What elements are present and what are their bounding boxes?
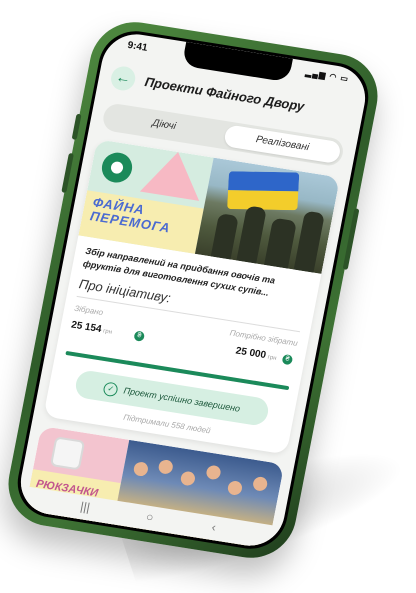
child-figure: [204, 464, 222, 481]
raised-amount: 25 154грн: [70, 319, 113, 336]
check-circle-icon: ✓: [102, 381, 119, 397]
status-icons: ▂▄▆ ◠ ▭: [304, 68, 350, 84]
ukraine-flag-image: [227, 171, 300, 211]
child-figure: [157, 458, 174, 475]
system-back-button[interactable]: ‹: [211, 520, 218, 534]
back-button[interactable]: ←: [109, 64, 138, 93]
child-figure: [179, 470, 196, 487]
pink-triangle-decoration: [139, 147, 208, 201]
needed-value: 25 000: [234, 345, 267, 362]
raised-value: 25 154: [70, 319, 103, 336]
home-button[interactable]: ○: [145, 510, 155, 525]
project-card[interactable]: ФАЙНА ПЕРЕМОГА Збір направлений на придб…: [43, 139, 341, 455]
project-completed-label: Проект успішно завершено: [122, 385, 242, 414]
child-figure: [132, 461, 149, 477]
soldier-figure: [236, 205, 267, 264]
coin-icon: ₴: [281, 353, 294, 366]
brand-logo-icon: [99, 150, 135, 185]
child-figure: [226, 479, 243, 496]
soldier-figure: [264, 217, 298, 269]
raised-currency: грн: [102, 328, 113, 336]
coin-icon: ₴: [133, 330, 146, 342]
backpack-icon: [49, 436, 86, 471]
child-figure: [251, 475, 268, 492]
soldiers-photo: [195, 157, 341, 274]
needed-currency: грн: [267, 354, 277, 362]
tab-active[interactable]: Діючі: [105, 106, 224, 146]
recent-apps-button[interactable]: |||: [79, 499, 91, 514]
arrow-left-icon: ←: [114, 68, 133, 88]
tab-completed[interactable]: Реалізовані: [222, 124, 342, 165]
banner-graphic: ФАЙНА ПЕРЕМОГА: [78, 139, 214, 254]
soldier-figure: [293, 210, 325, 273]
raised-label: Зібрано: [73, 303, 104, 318]
soldier-figure: [210, 213, 239, 260]
page-title: Проекти Файного Двору: [143, 74, 306, 114]
needed-amount: 25 000грн: [235, 346, 278, 363]
status-time: 9:41: [126, 39, 149, 54]
